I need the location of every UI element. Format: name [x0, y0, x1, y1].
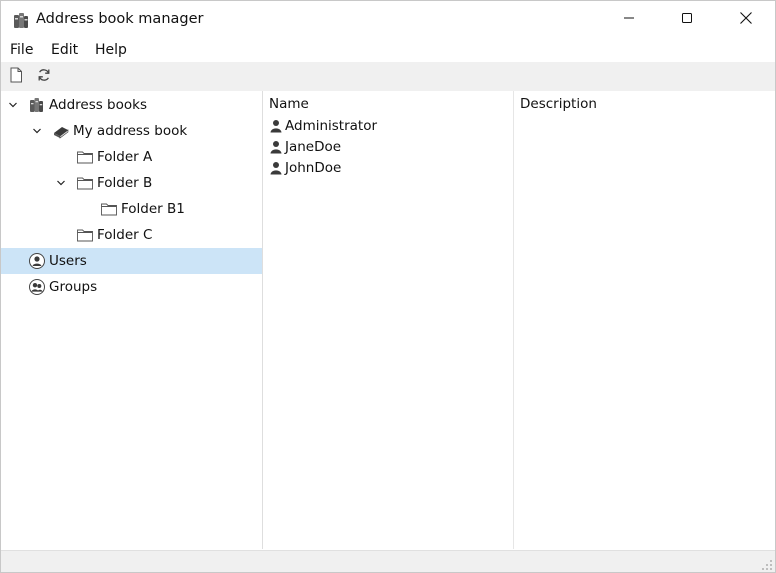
- address-books-icon: [28, 96, 46, 114]
- folder-icon: [100, 200, 118, 218]
- column-header-name[interactable]: Name: [263, 91, 513, 115]
- close-icon: [739, 11, 753, 29]
- column-divider[interactable]: [513, 91, 514, 549]
- tree-item-groups[interactable]: Groups: [1, 274, 262, 300]
- user-icon: [269, 140, 283, 154]
- tree-item-my-address-book[interactable]: My address book: [1, 118, 262, 144]
- tree-item-folder-c[interactable]: Folder C: [1, 222, 262, 248]
- user-name: Administrator: [285, 118, 378, 134]
- folder-icon: [76, 226, 94, 244]
- menu-help[interactable]: Help: [95, 42, 127, 58]
- column-header-description[interactable]: Description: [514, 91, 775, 115]
- close-button[interactable]: [717, 1, 775, 38]
- expand-toggle[interactable]: [7, 99, 19, 111]
- tree-item-folder-a[interactable]: Folder A: [1, 144, 262, 170]
- list-item[interactable]: JohnDoe: [263, 158, 513, 179]
- address-book-icon: [52, 122, 70, 140]
- app-window: Address book manager File Edit Help Addr…: [0, 0, 776, 573]
- user-name: JaneDoe: [285, 139, 342, 155]
- refresh-button[interactable]: [34, 67, 54, 87]
- list-item[interactable]: Administrator: [263, 116, 513, 137]
- tree-label: Address books: [49, 97, 147, 113]
- menu-bar: File Edit Help: [1, 39, 775, 62]
- toolbar: [1, 62, 775, 91]
- expand-toggle[interactable]: [31, 125, 43, 137]
- menu-file[interactable]: File: [10, 42, 33, 58]
- tree-label: Folder C: [97, 227, 153, 243]
- folder-icon: [76, 174, 94, 192]
- maximize-icon: [681, 12, 693, 28]
- new-document-icon: [9, 67, 23, 87]
- expand-toggle[interactable]: [55, 177, 67, 189]
- user-icon: [269, 119, 283, 133]
- folder-icon: [76, 148, 94, 166]
- address-books-icon: [11, 10, 31, 30]
- window-title: Address book manager: [36, 11, 204, 27]
- list-item[interactable]: JaneDoe: [263, 137, 513, 158]
- tree-label: Groups: [49, 279, 98, 295]
- tree-label: Folder A: [97, 149, 153, 165]
- minimize-icon: [623, 12, 635, 28]
- group-circle-icon: [28, 278, 46, 296]
- tree-item-folder-b[interactable]: Folder B: [1, 170, 262, 196]
- menu-edit[interactable]: Edit: [51, 42, 78, 58]
- tree-label: Folder B: [97, 175, 153, 191]
- tree-label: My address book: [73, 123, 188, 139]
- resize-grip-icon[interactable]: [761, 559, 773, 571]
- tree-item-address-books[interactable]: Address books: [1, 92, 262, 118]
- title-bar[interactable]: Address book manager: [1, 1, 775, 38]
- user-icon: [269, 161, 283, 175]
- column-header-label: Description: [520, 96, 597, 112]
- new-button[interactable]: [6, 67, 26, 87]
- tree-label: Users: [49, 253, 87, 269]
- address-book-tree: Address books My address book Folder A F…: [1, 91, 263, 549]
- column-header-label: Name: [269, 96, 309, 112]
- minimize-button[interactable]: [600, 1, 658, 38]
- tree-label: Folder B1: [121, 201, 185, 217]
- refresh-icon: [37, 68, 51, 86]
- maximize-button[interactable]: [658, 1, 716, 38]
- tree-item-users[interactable]: Users: [1, 248, 262, 274]
- tree-item-folder-b1[interactable]: Folder B1: [1, 196, 262, 222]
- status-bar: [1, 550, 775, 572]
- user-name: JohnDoe: [285, 160, 342, 176]
- user-list: Name Description Administrator JaneDoe J…: [263, 91, 775, 549]
- user-circle-icon: [28, 252, 46, 270]
